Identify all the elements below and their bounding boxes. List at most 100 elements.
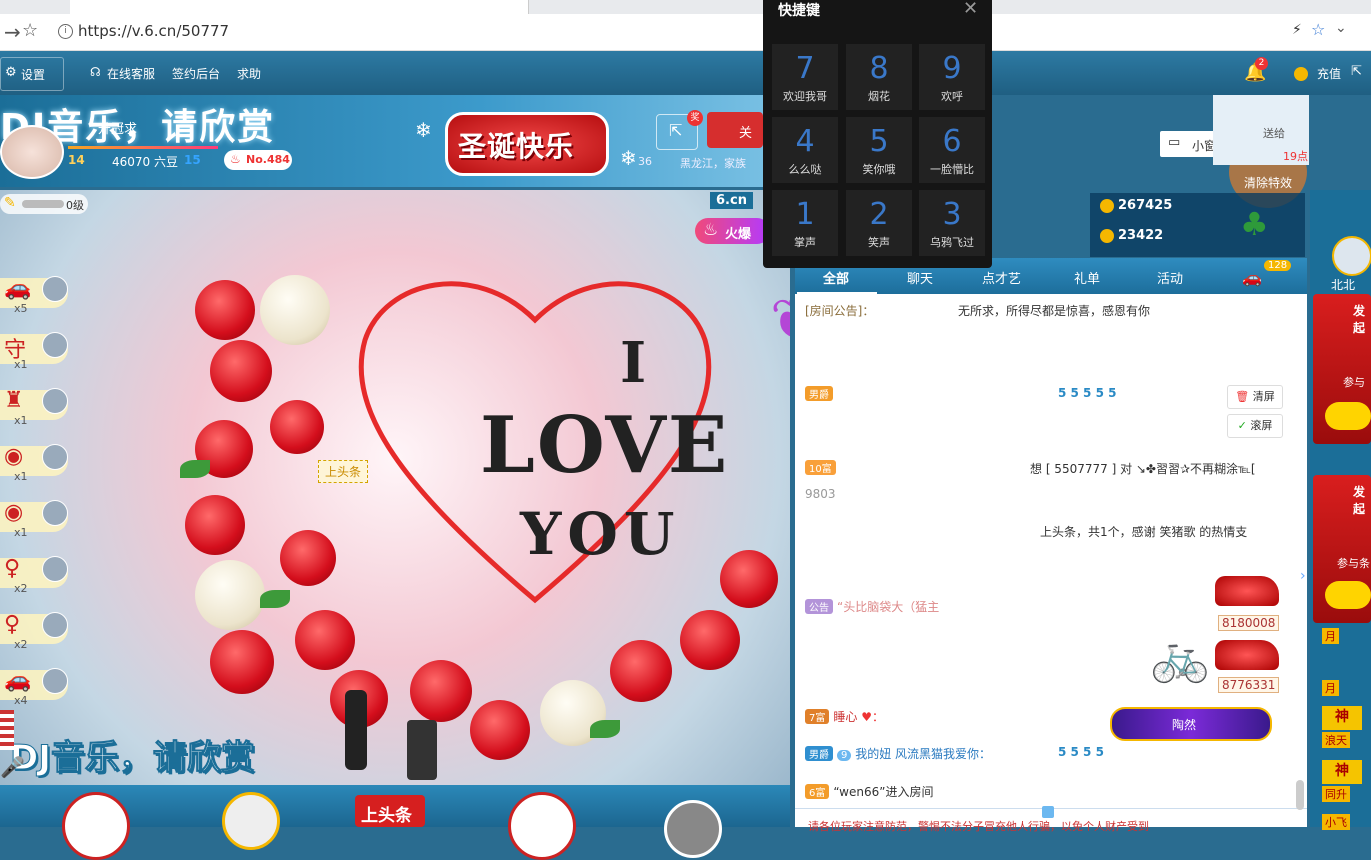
chat-scrollbar[interactable] — [1296, 780, 1304, 810]
tab-label[interactable]: 全部 — [823, 268, 849, 287]
star-icon[interactable]: ☆ — [22, 20, 38, 41]
month-tag: 月 — [1322, 628, 1339, 644]
public-badge: 公告 — [805, 599, 833, 614]
promo-card[interactable]: 发起 参与 — [1313, 294, 1371, 444]
car-icon[interactable]: 🚗 — [1242, 268, 1262, 287]
promo-button[interactable] — [1325, 581, 1371, 609]
rose — [195, 280, 255, 340]
scroll-screen-button[interactable]: ✓ 滚屏 — [1227, 414, 1283, 438]
gift-sender-avatar[interactable] — [42, 668, 68, 694]
gift-row[interactable]: 🚗 x4 — [0, 664, 70, 714]
rank-value: 267425 — [1118, 198, 1173, 213]
coin-icon — [1100, 198, 1114, 213]
gift-row[interactable]: ◉ x1 — [0, 496, 70, 546]
chevron-right-icon[interactable]: › — [1300, 568, 1306, 584]
headline-button[interactable]: 上头条 — [355, 795, 425, 827]
headline-sticker: 上头条 — [318, 460, 369, 483]
vip-button[interactable]: 陶然 — [1110, 707, 1272, 741]
online-service-link[interactable]: 在线客服 — [107, 65, 155, 82]
gift-row[interactable]: ♜ x1 — [0, 384, 70, 434]
gift-sender-avatar[interactable] — [42, 444, 68, 470]
promo-button[interactable] — [1325, 402, 1371, 430]
shortcut-item[interactable]: 8 烟花 — [846, 44, 912, 110]
bottom-avatar[interactable] — [508, 792, 576, 860]
browser-tab[interactable] — [297, 0, 529, 14]
gift-count: x1 — [14, 526, 28, 539]
shortcut-item[interactable]: 3 乌鸦飞过 — [919, 190, 985, 256]
shortcut-item[interactable]: 1 掌声 — [772, 190, 838, 256]
close-icon[interactable]: ✕ — [963, 0, 978, 19]
gift-sender-avatar[interactable] — [42, 332, 68, 358]
shortcut-item[interactable]: 6 一脸懵比 — [919, 117, 985, 183]
bottom-avatar[interactable] — [664, 800, 722, 858]
sign-backend-link[interactable]: 签约后台 — [172, 65, 220, 82]
microphone-icon[interactable]: 🎤 — [0, 755, 25, 779]
anchor-avatar[interactable] — [0, 125, 64, 179]
castle-icon: ♜ — [4, 388, 24, 413]
collapse-handle[interactable] — [1042, 806, 1054, 818]
clear-screen-button[interactable]: 🗑 清屏 — [1227, 385, 1283, 409]
shortcut-item[interactable]: 5 笑你哦 — [846, 117, 912, 183]
microphone — [345, 690, 367, 770]
external-link-icon[interactable]: ⇱ — [1351, 64, 1362, 79]
rank-badge: 男爵 — [805, 746, 833, 761]
gift-row[interactable]: ◉ x1 — [0, 440, 70, 490]
gift-sender-avatar[interactable] — [42, 556, 68, 582]
rank-row[interactable]: 267425 — [1100, 198, 1172, 213]
announce-text: “头比脑袋大（猛主 — [837, 600, 940, 614]
chevron-down-icon[interactable]: ⌄ — [1335, 20, 1347, 36]
rank-row[interactable]: 23422 — [1100, 228, 1163, 243]
bottom-avatar[interactable] — [222, 792, 280, 850]
time-text: 36 — [638, 155, 652, 168]
bookmark-star-icon[interactable]: ☆ — [1311, 20, 1325, 39]
url-field[interactable]: https://v.6.cn/50777 — [78, 22, 229, 40]
scroll-label: 滚屏 — [1250, 419, 1273, 432]
shortcut-item[interactable]: 9 欢呼 — [919, 44, 985, 110]
promo-label: 发起 — [1353, 304, 1366, 335]
boss-message: 风流黑猫我爱你： — [895, 747, 992, 761]
shortcut-title: 快捷键 — [778, 3, 820, 19]
gift-count: x1 — [14, 470, 28, 483]
gift-sender-avatar[interactable] — [42, 276, 68, 302]
shortcut-label: 一脸懵比 — [930, 163, 974, 176]
help-link[interactable]: 求助 — [237, 65, 261, 82]
tab-label[interactable]: 聊天 — [907, 268, 933, 287]
gift-sender-avatar[interactable] — [42, 388, 68, 414]
video-caption: DJ音乐，请欣赏 — [10, 738, 256, 779]
tab-label[interactable]: 点才艺 — [982, 268, 1021, 287]
gift-row[interactable]: ♀ x2 — [0, 552, 70, 602]
gift-row[interactable]: 守 x1 — [0, 328, 70, 378]
month-tag: 月 — [1322, 680, 1339, 696]
rank-badge[interactable]: ♨ No.484 — [224, 150, 292, 170]
lightning-icon[interactable]: ⚡ — [1292, 22, 1302, 38]
shortcut-item[interactable]: 2 笑声 — [846, 190, 912, 256]
recharge-link[interactable]: 充值 — [1317, 65, 1341, 82]
tab-label[interactable]: 活动 — [1157, 268, 1183, 287]
info-icon[interactable]: i — [58, 24, 73, 39]
north-avatar[interactable] — [1332, 236, 1371, 276]
video-stream[interactable]: I LOVE YOU ❦ ❦ 上头条 6.cn 火爆 ♨ ✎ 0级 — [0, 190, 790, 785]
forward-icon[interactable]: → — [4, 20, 21, 44]
settings-button[interactable]: ⚙ 设置 — [0, 57, 64, 91]
shortcut-key: 1 — [795, 197, 815, 232]
tab-label[interactable]: 礼单 — [1074, 268, 1100, 287]
rank-value: 23422 — [1118, 228, 1164, 243]
rose — [185, 495, 245, 555]
promo-card[interactable]: 发起 参与条 — [1313, 475, 1371, 623]
rose — [470, 700, 530, 760]
gift-row[interactable]: 🚗 x5 — [0, 272, 70, 322]
gift-sender-avatar[interactable] — [42, 500, 68, 526]
rank-badge: 6富 — [805, 784, 830, 799]
white-rose — [195, 560, 265, 630]
coin-icon — [1100, 228, 1114, 243]
check-icon: ✓ — [1237, 419, 1247, 432]
shortcut-item[interactable]: 4 么么哒 — [772, 117, 838, 183]
love-message: 睡心 — [833, 710, 858, 724]
shortcut-key: 8 — [869, 51, 889, 86]
shortcut-item[interactable]: 7 欢迎我哥 — [772, 44, 838, 110]
gift-sender-avatar[interactable] — [42, 612, 68, 638]
browser-tab[interactable] — [70, 0, 302, 14]
bottom-avatar[interactable] — [62, 792, 130, 860]
follow-button[interactable]: 关 — [707, 112, 763, 148]
gift-row[interactable]: ♀ x2 — [0, 608, 70, 658]
